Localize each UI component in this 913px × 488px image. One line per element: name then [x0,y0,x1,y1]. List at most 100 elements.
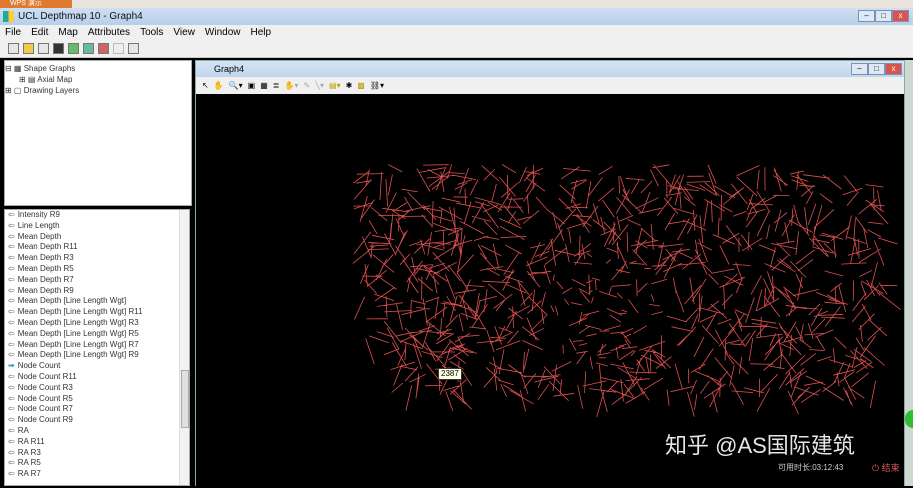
app-logo-icon [3,11,14,22]
attribute-item[interactable]: ⇦ Mean Depth R5 [5,264,189,275]
attribute-item[interactable]: ⇦ Node Count R5 [5,394,189,405]
new-file-icon[interactable] [8,43,19,54]
isovist-icon[interactable]: ▤▾ [329,81,341,90]
axial-line [352,163,901,418]
attribute-item[interactable]: ⇦ RA R11 [5,437,189,448]
watermark: 知乎 @AS国际建筑 [665,433,855,458]
attribute-item[interactable]: ⇦ RA R5 [5,458,189,469]
attribute-item[interactable]: ⇦ Line Length [5,221,189,232]
menu-tools[interactable]: Tools [135,25,168,40]
menu-window[interactable]: Window [200,25,246,40]
menu-view[interactable]: View [168,25,200,40]
attribute-icon: ⇦ [8,382,15,392]
layer-disabled-icon[interactable] [113,43,124,54]
new-layer-icon[interactable] [68,43,79,54]
attribute-icon: ⇦ [8,296,15,306]
graph-minimize-button[interactable]: – [851,63,868,75]
attribute-item[interactable]: ⇦ Node Count R7 [5,404,189,415]
menu-help[interactable]: Help [246,25,277,40]
menu-map[interactable]: Map [53,25,82,40]
end-button[interactable]: ⏻ 结束 [872,461,900,474]
attribute-icon: ⇦ [8,393,15,403]
scrollbar[interactable] [179,210,189,485]
attribute-item[interactable]: ⇦ Node Count R3 [5,383,189,394]
attribute-item[interactable]: ⇦ Node Count R9 [5,415,189,426]
tree-axial-map[interactable]: ⊞ ▤ Axial Map [5,74,191,85]
pan-tool-icon[interactable]: ✋ [214,81,224,90]
zoom-tool-icon[interactable]: 🔍▾ [229,81,243,90]
attribute-item[interactable]: ⇦ Mean Depth [Line Length Wgt] R11 [5,307,189,318]
attribute-item[interactable]: ⇦ RA R3 [5,448,189,459]
fill-icon[interactable]: ▣ [248,81,256,90]
attribute-icon: ⇦ [8,350,15,360]
step-depth-icon[interactable]: ▩ [357,81,365,90]
line-icon[interactable]: ╲▾ [315,81,324,90]
attribute-item[interactable]: ⇦ RA R7 [5,469,189,480]
menu-attributes[interactable]: Attributes [83,25,135,40]
axial-icon[interactable]: ✱ [346,81,353,90]
attribute-icon: ⇦ [8,339,15,349]
attribute-item[interactable]: ⇦ Intensity R9 [5,210,189,221]
attribute-icon: ⇦ [8,220,15,230]
attribute-icon: ⇦ [8,447,15,457]
delete-layer-icon[interactable] [98,43,109,54]
graph-window: Graph4 – □ x ↖ ✋ 🔍▾ ▣ ▦ ≣ ✋▾ ✎ ╲▾ ▤▾ ✱ ▩ ⛓▾ 2387 [195,60,905,486]
side-panel-edge [905,60,913,486]
attribute-item[interactable]: ⇦ Node Count R11 [5,372,189,383]
app-title: UCL Depthmap 10 - Graph4 [18,11,143,22]
scrollbar-thumb[interactable] [181,370,189,428]
grid-icon[interactable]: ▦ [260,81,268,90]
graph-maximize-button[interactable]: □ [868,63,885,75]
menu-file[interactable]: File [0,25,26,40]
attribute-icon: ➡ [8,361,15,371]
attribute-icon: ⇦ [8,231,15,241]
tree-drawing-layers[interactable]: ⊞ ▢ Drawing Layers [5,85,191,96]
edit-layer-icon[interactable] [83,43,94,54]
graph-titlebar: Graph4 – □ x [196,61,904,77]
attribute-icon: ⇦ [8,404,15,414]
attribute-item[interactable]: ⇦ Mean Depth [Line Length Wgt] R7 [5,340,189,351]
attribute-item[interactable]: ➡ Node Count [5,361,189,372]
attribute-item[interactable]: ⇦ Mean Depth [Line Length Wgt] R3 [5,318,189,329]
pencil-icon[interactable]: ✎ [303,81,310,90]
attribute-item[interactable]: ⇦ Mean Depth R9 [5,286,189,297]
attribute-item[interactable]: ⇦ Mean Depth R11 [5,242,189,253]
attribute-icon: ⇦ [8,285,15,295]
attribute-item[interactable]: ⇦ Mean Depth [Line Length Wgt] R9 [5,350,189,361]
select-tool-icon[interactable]: ↖ [202,81,209,90]
attribute-icon: ⇦ [8,415,15,425]
attribute-item[interactable]: ⇦ Mean Depth [Line Length Wgt] [5,296,189,307]
value-tooltip: 2387 [438,368,462,380]
draw-icon[interactable]: ✋▾ [284,81,298,90]
join-icon[interactable]: ⛓▾ [370,81,384,90]
minimize-button[interactable]: – [858,10,875,22]
attribute-icon: ⇦ [8,307,15,317]
attribute-item[interactable]: ⇦ Mean Depth R7 [5,275,189,286]
attribute-item[interactable]: ⇦ Mean Depth R3 [5,253,189,264]
attribute-item[interactable]: ⇦ Mean Depth [5,232,189,243]
app-titlebar: UCL Depthmap 10 - Graph4 – □ x [0,8,913,25]
fit-view-icon[interactable] [128,43,139,54]
close-button[interactable]: x [892,10,909,22]
attribute-icon: ⇦ [8,317,15,327]
graph-close-button[interactable]: x [885,63,902,75]
list-icon[interactable]: ≣ [273,81,280,90]
side-expand-button[interactable] [905,410,913,428]
attribute-icon: ⇦ [8,458,15,468]
attribute-icon: ⇦ [8,253,15,263]
attribute-item[interactable]: ⇦ RA [5,426,189,437]
main-toolbar [0,40,913,58]
attribute-icon: ⇦ [8,328,15,338]
import-icon[interactable] [38,43,49,54]
maximize-button[interactable]: □ [875,10,892,22]
graph-title: Graph4 [214,64,245,74]
menu-edit[interactable]: Edit [26,25,53,40]
graph-tree: ⊟ ▦ Shape Graphs ⊞ ▤ Axial Map ⊞ ▢ Drawi… [4,60,192,206]
wps-tab[interactable]: WPS 演示 [0,0,72,8]
open-folder-icon[interactable] [23,43,34,54]
attribute-item[interactable]: ⇦ Mean Depth [Line Length Wgt] R5 [5,329,189,340]
timer-label: 可用时长:03:12:43 [778,463,844,472]
save-icon[interactable] [53,43,64,54]
attribute-icon: ⇦ [8,371,15,381]
tree-shape-graphs[interactable]: ⊟ ▦ Shape Graphs [5,63,191,74]
